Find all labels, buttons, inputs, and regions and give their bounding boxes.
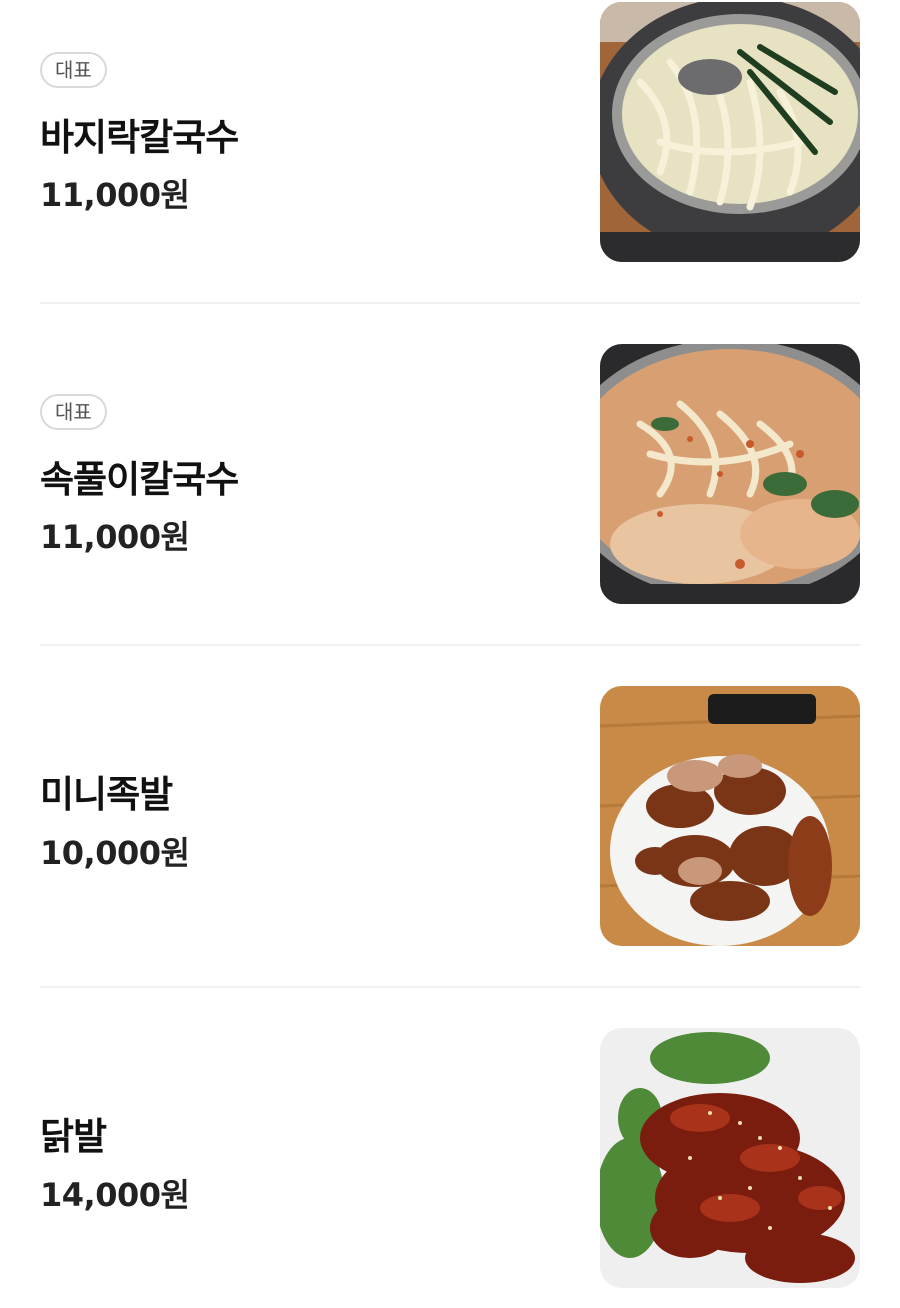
signature-badge: 대표 [40, 394, 107, 430]
menu-item-info: 닭발 14,000원 [40, 1028, 540, 1290]
menu-item-price: 11,000원 [40, 518, 190, 556]
menu-item-name: 미니족발 [40, 773, 173, 816]
menu-item-info: 대표 바지락칼국수 11,000원 [40, 2, 540, 264]
divider [40, 302, 860, 304]
menu-item-info: 대표 속풀이칼국수 11,000원 [40, 344, 540, 606]
menu-item-photo[interactable] [600, 344, 860, 604]
menu-item-chicken-feet[interactable]: 닭발 14,000원 [40, 1028, 860, 1290]
menu-item-price: 14,000원 [40, 1176, 190, 1214]
divider [40, 986, 860, 988]
menu-item-mini-jokbal[interactable]: 미니족발 10,000원 [40, 686, 860, 948]
menu-item-spicy-kalguksu[interactable]: 대표 속풀이칼국수 11,000원 [40, 344, 860, 606]
menu-item-name: 닭발 [40, 1115, 107, 1158]
menu-item-name: 속풀이칼국수 [40, 458, 239, 501]
menu-item-price: 11,000원 [40, 176, 190, 214]
menu-item-photo[interactable] [600, 1028, 860, 1288]
divider [40, 644, 860, 646]
menu-item-clam-kalguksu[interactable]: 대표 바지락칼국수 11,000원 [40, 2, 860, 264]
menu-item-name: 바지락칼국수 [40, 116, 239, 159]
signature-badge: 대표 [40, 52, 107, 88]
menu-item-price: 10,000원 [40, 834, 190, 872]
menu-item-info: 미니족발 10,000원 [40, 686, 540, 948]
menu-item-photo[interactable] [600, 2, 860, 262]
menu-item-photo[interactable] [600, 686, 860, 946]
menu-list: 대표 바지락칼국수 11,000원 대표 속풀이칼국수 11,000원 미니족발… [0, 0, 900, 1308]
